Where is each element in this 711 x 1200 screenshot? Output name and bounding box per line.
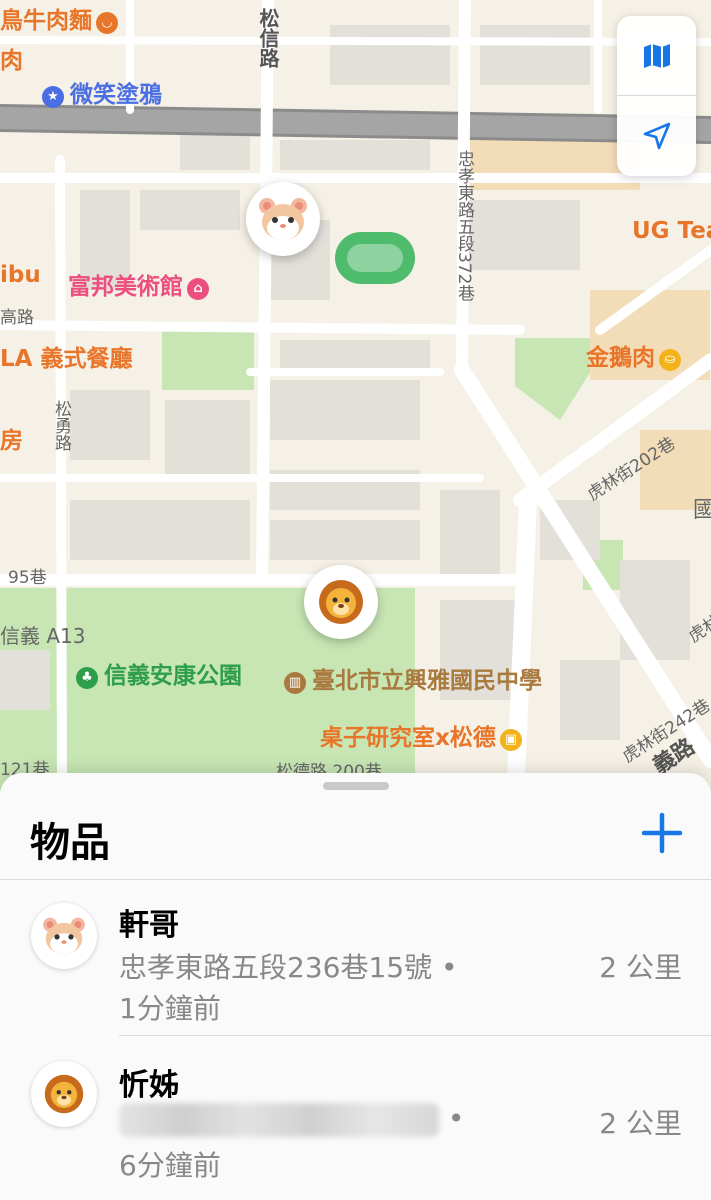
- poi-fubon-label: 富邦美術館: [68, 274, 183, 300]
- road-gaolu: 高路: [0, 308, 34, 328]
- item-name: 軒哥: [119, 908, 179, 943]
- lion-map-pin[interactable]: [304, 565, 378, 639]
- item-address: 忠孝東路五段236巷15號 •: [119, 951, 458, 984]
- poi-beef-noodle-label: 鳥牛肉麵: [0, 8, 92, 34]
- road-guo: 國: [693, 498, 711, 523]
- sheet-grabber[interactable]: [323, 782, 389, 790]
- hamster-icon: [259, 198, 307, 240]
- list-item[interactable]: 軒哥 忠孝東路五段236巷15號 • 1分鐘前 2 公里: [0, 880, 711, 1036]
- hamster-icon: [43, 917, 85, 955]
- poi-golden-goose-label: 金鵝肉: [586, 345, 655, 371]
- redacted-address-blur: [119, 1103, 439, 1137]
- briefcase-icon: ▣: [499, 729, 522, 751]
- plus-icon: [641, 812, 683, 854]
- poi-ug-tea[interactable]: UG Tea: [632, 220, 711, 243]
- poi-meat[interactable]: 肉: [0, 50, 23, 73]
- map-view[interactable]: 鳥牛肉麵 ◡ 肉 ★ 微笑塗鴉 ibu 富邦美術館 ⌂ LA 義式餐廳 房 UG Te…: [0, 0, 711, 800]
- current-location-button[interactable]: [617, 96, 696, 175]
- school-icon: ▥: [284, 672, 306, 694]
- map-icon: [643, 43, 670, 68]
- poi-fubon-art-museum[interactable]: 富邦美術館 ⌂: [68, 276, 209, 300]
- avatar: [31, 1061, 97, 1127]
- map-controls: [617, 16, 696, 176]
- poi-smile-graffiti-label: 微笑塗鴉: [70, 82, 162, 108]
- bowl-icon: ◡: [96, 12, 118, 34]
- poi-fang[interactable]: 房: [0, 430, 23, 453]
- avatar: [31, 903, 97, 969]
- poi-xingya-junior-high[interactable]: ▥ 臺北市立興雅國民中學: [284, 670, 542, 694]
- list-item[interactable]: 忻姊 • 6分鐘前 2 公里: [0, 1036, 711, 1191]
- map-mode-button[interactable]: [617, 16, 696, 95]
- road-zhongxiao-lane: 忠孝東路五段372巷: [454, 150, 474, 302]
- lion-icon: [44, 1074, 84, 1114]
- item-time: 6分鐘前: [119, 1149, 221, 1182]
- sheet-title: 物品: [30, 820, 110, 866]
- item-time: 1分鐘前: [119, 992, 221, 1025]
- item-name: 忻姊: [119, 1068, 179, 1103]
- poi-school-label: 臺北市立興雅國民中學: [312, 668, 542, 694]
- road-lane-95: 95巷: [8, 568, 47, 588]
- basket-icon: ⛀: [659, 349, 681, 371]
- poi-italian-restaurant[interactable]: LA 義式餐廳: [0, 348, 132, 371]
- lion-icon: [319, 580, 363, 624]
- poi-table-lab-label: 桌子研究室x松德: [320, 725, 496, 751]
- poi-ibu[interactable]: ibu: [0, 264, 41, 287]
- tree-icon: ♣: [76, 667, 98, 689]
- road-songyong: 松勇路: [51, 400, 71, 451]
- items-sheet[interactable]: 物品 軒哥 忠孝東路五段236巷15號 • 1分鐘前 2 公里 忻姊 • 6分鐘…: [0, 773, 711, 1200]
- star-icon: ★: [42, 86, 64, 108]
- poi-park-label: 信義安康公園: [104, 663, 242, 689]
- museum-icon: ⌂: [187, 278, 209, 300]
- item-distance: 2 公里: [599, 951, 682, 984]
- poi-table-lab[interactable]: 桌子研究室x松德 ▣: [320, 727, 522, 751]
- poi-golden-goose[interactable]: 金鵝肉 ⛀: [586, 347, 681, 371]
- poi-smile-graffiti[interactable]: ★ 微笑塗鴉: [42, 84, 162, 108]
- add-item-button[interactable]: [640, 811, 684, 855]
- poi-xinyi-ankang-park[interactable]: ♣ 信義安康公園: [76, 665, 242, 689]
- road-songxin: 松信路: [256, 8, 280, 68]
- poi-beef-noodle[interactable]: 鳥牛肉麵 ◡: [0, 10, 118, 34]
- item-address-separator: •: [447, 1102, 465, 1135]
- item-distance: 2 公里: [599, 1107, 682, 1140]
- road-xinyi-a13: 信義 A13: [0, 624, 86, 648]
- hamster-map-pin[interactable]: [246, 182, 320, 256]
- item-address-redacted: •: [119, 1102, 464, 1137]
- location-arrow-icon: [643, 122, 670, 149]
